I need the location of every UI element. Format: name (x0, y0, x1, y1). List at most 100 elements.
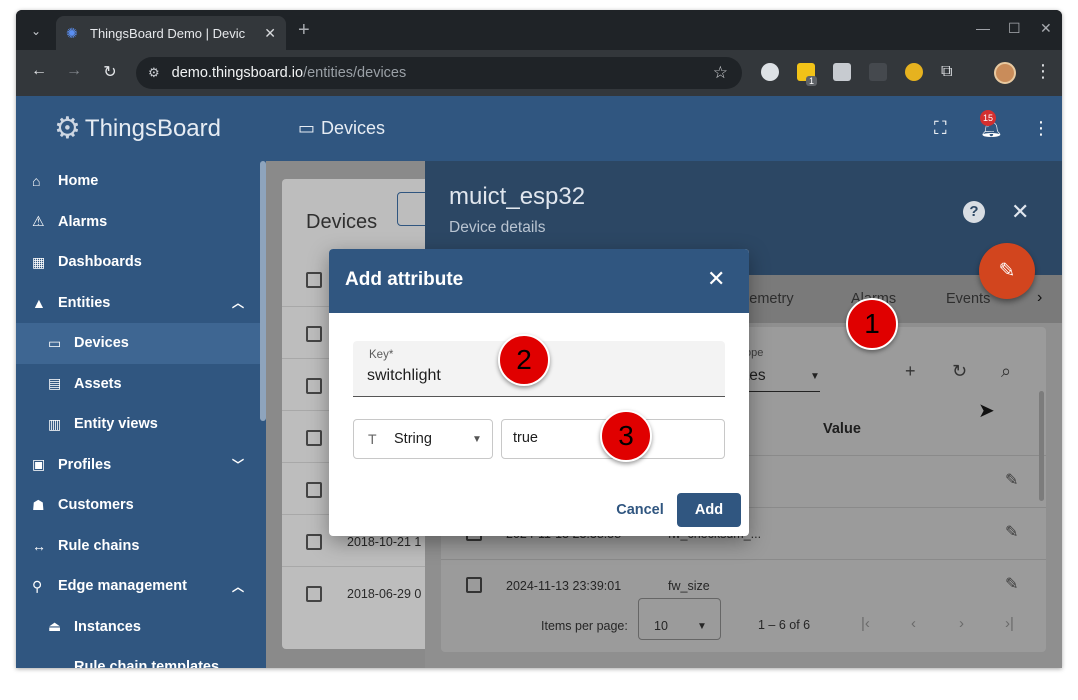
scope-dropdown-icon[interactable]: ▼ (810, 371, 820, 382)
back-icon[interactable]: ← (28, 62, 50, 80)
extension-translate-icon[interactable] (905, 63, 923, 81)
bookmark-star-icon[interactable]: ☆ (713, 63, 728, 83)
value-type-select[interactable]: T String ▼ (353, 419, 493, 459)
chevron-up-icon[interactable]: ︿ (232, 294, 244, 311)
extension-screen-icon[interactable] (869, 63, 887, 81)
sidebar-item-assets[interactable]: ▤ Assets (16, 364, 260, 405)
sidebar-item-customers[interactable]: ☗ Customers (16, 485, 260, 526)
dialog-title: Add attribute (345, 269, 464, 290)
device-details-subtitle: Device details (449, 219, 546, 236)
customers-icon: ☗ (32, 496, 45, 513)
row-checkbox[interactable] (306, 326, 322, 342)
search-icon[interactable]: ⌕ (1001, 361, 1011, 382)
sidebar-item-label: Rule chain templates (74, 659, 220, 668)
items-per-page-dropdown-icon[interactable]: ▼ (697, 621, 707, 632)
value-column-header: Value (823, 421, 861, 437)
edge-icon: ⚲ (32, 577, 43, 594)
edit-icon[interactable]: ✎ (1005, 574, 1018, 594)
sidebar-item-edge-management[interactable]: ⚲ Edge management ︿ (16, 566, 260, 607)
refresh-icon[interactable]: ↻ (952, 361, 967, 382)
devices-icon: ▭ (298, 118, 316, 138)
sidebar-item-home[interactable]: ⌂ Home (16, 161, 260, 202)
chevron-up-icon[interactable]: ︿ (232, 578, 244, 595)
minimize-icon[interactable]: — (976, 20, 990, 36)
device-created-time: 2018-06-29 0 (347, 587, 422, 601)
user-menu-icon[interactable]: ⋮ (1032, 118, 1050, 139)
add-button[interactable]: Add (677, 493, 741, 527)
sidebar-item-rule-chains[interactable]: ↔ Rule chains (16, 526, 260, 567)
dialog-close-icon[interactable]: ✕ (707, 268, 725, 290)
browser-toolbar: ← → ↻ ⚙ demo.thingsboard.io/entities/dev… (16, 50, 1062, 96)
sidebar-item-instances[interactable]: ⏏ Instances (16, 607, 260, 648)
reload-icon[interactable]: ↻ (99, 62, 121, 82)
tab-events[interactable]: Events (946, 291, 990, 307)
home-icon: ⌂ (32, 173, 41, 190)
tabs-scroll-right-icon[interactable]: › (1037, 289, 1042, 307)
row-checkbox[interactable] (466, 577, 482, 593)
cancel-button[interactable]: Cancel (605, 493, 675, 527)
row-checkbox[interactable] (306, 430, 322, 446)
edit-icon[interactable]: ✎ (1005, 522, 1018, 542)
address-bar[interactable]: ⚙ demo.thingsboard.io/entities/devices ☆ (136, 57, 742, 89)
previous-page-icon[interactable]: ‹ (911, 615, 916, 632)
row-checkbox[interactable] (306, 482, 322, 498)
devices-icon: ▭ (48, 334, 62, 351)
device-name: muict_esp32 (449, 183, 586, 210)
fullscreen-icon[interactable]: ⛶ (934, 118, 947, 139)
logo[interactable]: ⚙ ThingsBoard (16, 96, 266, 161)
items-per-page-select[interactable] (638, 598, 721, 640)
extension-chat-icon[interactable] (761, 63, 779, 81)
annotation-marker-1: 1 (846, 298, 898, 350)
row-checkbox[interactable] (306, 534, 322, 550)
url-host: demo.thingsboard.io (171, 65, 304, 81)
browser-menu-icon[interactable]: ⋮ (1034, 61, 1052, 82)
sidebar-item-label: Customers (58, 497, 134, 514)
mouse-cursor-icon: ➤ (978, 400, 995, 422)
last-page-icon[interactable]: ›| (1005, 615, 1014, 632)
sidebar-item-entities[interactable]: ▲ Entities ︿ (16, 283, 260, 324)
thingsboard-app: ⚙ ThingsBoard ⌂ Home ⚠ Alarms ▦ Dashboards … (16, 96, 1062, 668)
sidebar-item-profiles[interactable]: ▣ Profiles ﹀ (16, 445, 260, 486)
sidebar-item-alarms[interactable]: ⚠ Alarms (16, 202, 260, 243)
extensions-puzzle-icon[interactable]: ⧉ (941, 63, 959, 81)
annotation-marker-3: 3 (600, 410, 652, 462)
sidebar-item-label: Edge management (58, 578, 187, 595)
chevron-down-icon[interactable]: ﹀ (232, 456, 244, 473)
add-attribute-icon[interactable]: + (905, 361, 916, 382)
rule-chains-icon: ↔ (32, 537, 46, 554)
row-checkbox[interactable] (306, 378, 322, 394)
profile-avatar[interactable] (994, 62, 1016, 84)
page-title: ▭ Devices (298, 118, 385, 139)
sidebar-item-entity-views[interactable]: ▥ Entity views (16, 404, 260, 445)
sidebar-item-label: Rule chains (58, 537, 140, 554)
sidebar-item-dashboards[interactable]: ▦ Dashboards (16, 242, 260, 283)
sidebar-item-label: Devices (74, 335, 129, 352)
attribute-key: fw_size (668, 579, 710, 593)
sidebar-item-label: Assets (74, 375, 122, 392)
edit-icon[interactable]: ✎ (1005, 470, 1018, 490)
tab-search-icon[interactable]: ⌄ (24, 19, 48, 43)
sidebar-item-rule-chain-templates[interactable]: ↔ Rule chain templates (16, 647, 260, 668)
site-info-icon[interactable]: ⚙ (148, 65, 160, 81)
new-tab-icon[interactable]: + (298, 20, 310, 40)
window-close-icon[interactable]: ✕ (1040, 20, 1052, 37)
tab-close-icon[interactable]: ✕ (264, 25, 276, 42)
page-title-text: Devices (321, 118, 386, 138)
help-icon[interactable]: ? (963, 201, 985, 223)
sidebar-item-devices[interactable]: ▭ Devices (16, 323, 260, 364)
maximize-icon[interactable]: ☐ (1008, 20, 1021, 37)
thingsboard-favicon-icon: ✺ (66, 25, 78, 41)
browser-tab[interactable]: ✺ ThingsBoard Demo | Devic ✕ (56, 16, 286, 50)
attributes-scrollbar[interactable] (1039, 391, 1044, 501)
type-dropdown-icon: ▼ (472, 434, 482, 445)
header-checkbox[interactable] (306, 272, 322, 288)
row-checkbox[interactable] (306, 586, 322, 602)
url-path: /entities/devices (303, 65, 407, 81)
close-details-icon[interactable]: ✕ (1011, 199, 1029, 225)
forward-icon[interactable]: → (63, 62, 85, 80)
next-page-icon[interactable]: › (959, 615, 964, 632)
extension-camera-icon[interactable] (833, 63, 851, 81)
edit-device-fab[interactable]: ✎ (979, 243, 1035, 299)
tab-strip: ⌄ ✺ ThingsBoard Demo | Devic ✕ + — ☐ ✕ (16, 10, 1062, 50)
first-page-icon[interactable]: |‹ (861, 615, 870, 632)
